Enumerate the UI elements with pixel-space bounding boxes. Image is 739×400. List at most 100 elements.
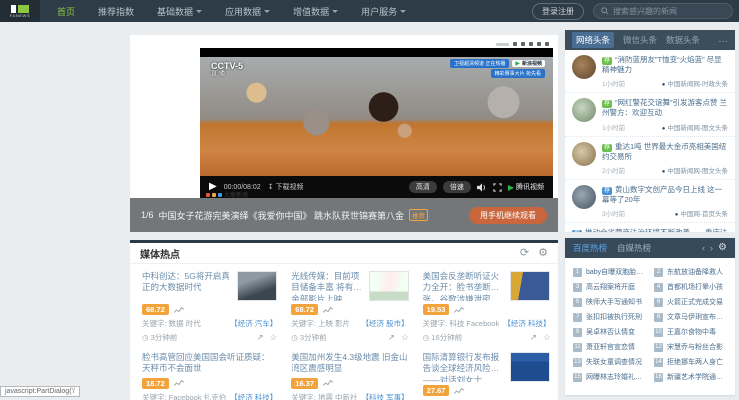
- gear-icon[interactable]: ⚙: [718, 243, 727, 253]
- search-input[interactable]: [613, 6, 725, 16]
- search-box[interactable]: [593, 3, 733, 19]
- trend-chart-icon[interactable]: [173, 379, 184, 387]
- volume-icon[interactable]: [476, 182, 487, 192]
- menu-item-home[interactable]: 首页: [57, 5, 75, 18]
- video-player[interactable]: CCTV-5 直播 卫视超清频道 正在热播 ▶ 新浪视频 精彩赛事大片 抢先看 ▶…: [200, 48, 553, 198]
- share-icon[interactable]: ↗: [388, 333, 395, 342]
- carousel-dot[interactable]: [513, 42, 517, 46]
- star-icon[interactable]: ☆: [543, 333, 551, 342]
- logo-dot: [206, 192, 210, 197]
- hot-search-item[interactable]: 10 王嘉尔食物中毒: [654, 327, 727, 337]
- tab-baidu-hot[interactable]: 百度热榜: [573, 242, 607, 254]
- headline-item[interactable]: 荐推动全省营商法治环境不断改善——重庆法院多项举措助力民营企业发展获点赞 3小时…: [565, 223, 735, 232]
- hot-search-item[interactable]: 16 新疆艺术学院通知书: [654, 372, 727, 382]
- keywords: 关键字: 上映 影片: [291, 319, 351, 328]
- tab-data-headlines[interactable]: 数据头条: [666, 34, 700, 46]
- download-video-button[interactable]: ↧ 下载视频: [268, 182, 304, 192]
- tab-wechat-headlines[interactable]: 微信头条: [623, 34, 657, 46]
- hot-search-item[interactable]: 3 高云翔案将开庭: [573, 282, 646, 292]
- hd-quality-button[interactable]: 高清: [408, 181, 437, 193]
- news-thumbnail[interactable]: [368, 271, 409, 301]
- tab-media-hot[interactable]: 自媒热榜: [617, 242, 651, 254]
- share-icon[interactable]: ↗: [257, 333, 264, 342]
- category-tags[interactable]: 【经济 汽车】: [230, 318, 277, 329]
- news-title-link[interactable]: 美国加州发生4.3级地震 旧金山湾区震感明显: [291, 352, 408, 375]
- category-tags[interactable]: 【经济 科技】: [230, 392, 277, 400]
- rank-badge: 11: [573, 342, 582, 352]
- avatar: [572, 141, 596, 166]
- slide-index: 1/6: [141, 210, 154, 220]
- star-icon[interactable]: ☆: [401, 333, 409, 342]
- link-status-tooltip: javascript:PartDialog('/: [0, 386, 80, 397]
- menu-item-value-data[interactable]: 增值数据: [293, 5, 339, 18]
- star-icon[interactable]: ☆: [270, 333, 278, 342]
- logo-dot: [212, 192, 216, 197]
- hot-search-item[interactable]: 8 文章马伊琍宣布离婚: [654, 312, 727, 322]
- keywords: 关键字: 科技 Facebook: [422, 319, 500, 328]
- headline-item[interactable]: 荐 “网红警花交谊舞”引发游客点赞 兰州警方：欢迎互动 1小时前 ● 中国新闻网-图…: [565, 93, 735, 137]
- carousel-dot[interactable]: [545, 42, 549, 46]
- trend-chart-icon[interactable]: [173, 306, 184, 314]
- hot-search-item[interactable]: 5 陕师大手写通知书: [573, 297, 646, 307]
- hot-search-item[interactable]: 4 首都机场打晕小孩: [654, 282, 727, 292]
- hot-search-item[interactable]: 13 失联女童调查情况: [573, 357, 646, 367]
- logo-icon: [11, 4, 29, 13]
- trend-chart-icon[interactable]: [323, 306, 334, 314]
- gear-icon[interactable]: ⚙: [538, 247, 548, 259]
- video-controls: ▶ 00:00/08:02 ↧ 下载视频 高清 倍速 ▶ 腾讯视频: [200, 176, 553, 198]
- trend-chart-icon[interactable]: [454, 387, 465, 395]
- carousel-dot[interactable]: [529, 42, 533, 46]
- hot-search-item[interactable]: 7 张扣扣被执行死刑: [573, 312, 646, 322]
- video-caption-bar: 大象新闻 1/6 中国女子花游完美演绎《我爱你中国》 跳水队获世锦赛第八金 推荐…: [130, 192, 558, 232]
- headline-time: 3小时前: [602, 211, 626, 218]
- hot-search-item[interactable]: 15 网曝林志玲婚礼细节: [573, 372, 646, 382]
- refresh-icon[interactable]: ⟳: [520, 247, 529, 259]
- menu-item-app-data[interactable]: 应用数据: [225, 5, 271, 18]
- menu-item-user-service[interactable]: 用户服务: [361, 5, 407, 18]
- hot-search-item[interactable]: 12 宋慧乔与粉丝合影: [654, 342, 727, 352]
- hot-search-item[interactable]: 2 东航放油备降救人: [654, 267, 727, 277]
- news-thumbnail[interactable]: [510, 271, 551, 301]
- next-icon[interactable]: ›: [710, 243, 713, 253]
- headline-item[interactable]: 荐重达1吨 世界最大金币亮相美国纽约交易所 2小时前 ● 中国新闻网-图文头条: [565, 137, 735, 180]
- playback-speed-button[interactable]: 倍速: [442, 181, 471, 193]
- menu-item-basic-data[interactable]: 基础数据: [157, 5, 203, 18]
- carousel-dot[interactable]: [521, 42, 525, 46]
- hot-search-item[interactable]: 1 baby自曝双胞胎梦想: [573, 267, 646, 277]
- video-title-link[interactable]: 中国女子花游完美演绎《我爱你中国》 跳水队获世锦赛第八金: [159, 209, 405, 222]
- headline-time: 2小时前: [602, 167, 626, 175]
- trend-chart-icon[interactable]: [323, 379, 334, 387]
- news-title-link[interactable]: 中科创达：5G将开启真正的大数据时代: [142, 271, 231, 301]
- hot-search-item[interactable]: 11 萧亚轩官宣恋情: [573, 342, 646, 352]
- headline-item[interactable]: 荐黄山数字文创产品今日上线 这一幕等了20年 3小时前 ● 中国网-首页头条: [565, 180, 735, 223]
- news-title-link[interactable]: 光线传媒：目前项目储备丰富 将有十余部影片上映: [291, 271, 362, 301]
- share-icon[interactable]: ↗: [530, 333, 537, 342]
- site-logo[interactable]: FANEWS: [0, 0, 40, 22]
- headline-item[interactable]: 荐 “消防蓝朋友”T恤变“火焰蓝” 尽显精神魅力 1小时前 ● 中国新闻网-时政头条: [565, 50, 735, 94]
- prev-icon[interactable]: ‹: [702, 243, 705, 253]
- avatar: [572, 98, 596, 123]
- news-title-link[interactable]: 国际清算银行发布报告谈全球经济风险——对话刘女士: [423, 352, 505, 382]
- news-title-link[interactable]: 美国会反垄断听证火力全开：脸书垄断扩张、谷歌涉嫌泄密: [423, 271, 505, 301]
- category-tags[interactable]: 【经济 股市】: [362, 318, 409, 329]
- hot-search-item[interactable]: 14 拒绝挪车两人身亡: [654, 357, 727, 367]
- carousel-dot-active[interactable]: [496, 42, 509, 46]
- watch-on-phone-button[interactable]: 用手机继续观看: [469, 206, 547, 224]
- news-thumbnail[interactable]: [510, 352, 551, 382]
- menu-item-index[interactable]: 推荐指数: [98, 5, 134, 18]
- news-thumbnail[interactable]: [237, 271, 278, 301]
- hot-search-item[interactable]: 6 火箭正式完成交易: [654, 297, 727, 307]
- tencent-video-logo[interactable]: ▶ 腾讯视频: [508, 182, 544, 192]
- hot-search-item[interactable]: 9 吴卓林否认情变: [573, 327, 646, 337]
- news-title-link[interactable]: 脸书高管回应美国国会听证质疑：天秤币不会面世: [142, 352, 277, 375]
- category-tags[interactable]: 【经济 科技】: [503, 318, 550, 329]
- logo-dot: [218, 192, 222, 197]
- trend-chart-icon[interactable]: [454, 306, 465, 314]
- category-tags[interactable]: 【科技 军事】: [362, 392, 409, 400]
- heat-score-badge: 68.72: [291, 304, 319, 315]
- recommend-badge: 荐: [572, 230, 583, 232]
- tab-network-headlines[interactable]: 网络头条: [572, 32, 615, 48]
- login-button[interactable]: 登录注册: [532, 2, 584, 20]
- carousel-dot[interactable]: [537, 42, 541, 46]
- fullscreen-icon[interactable]: [493, 182, 502, 192]
